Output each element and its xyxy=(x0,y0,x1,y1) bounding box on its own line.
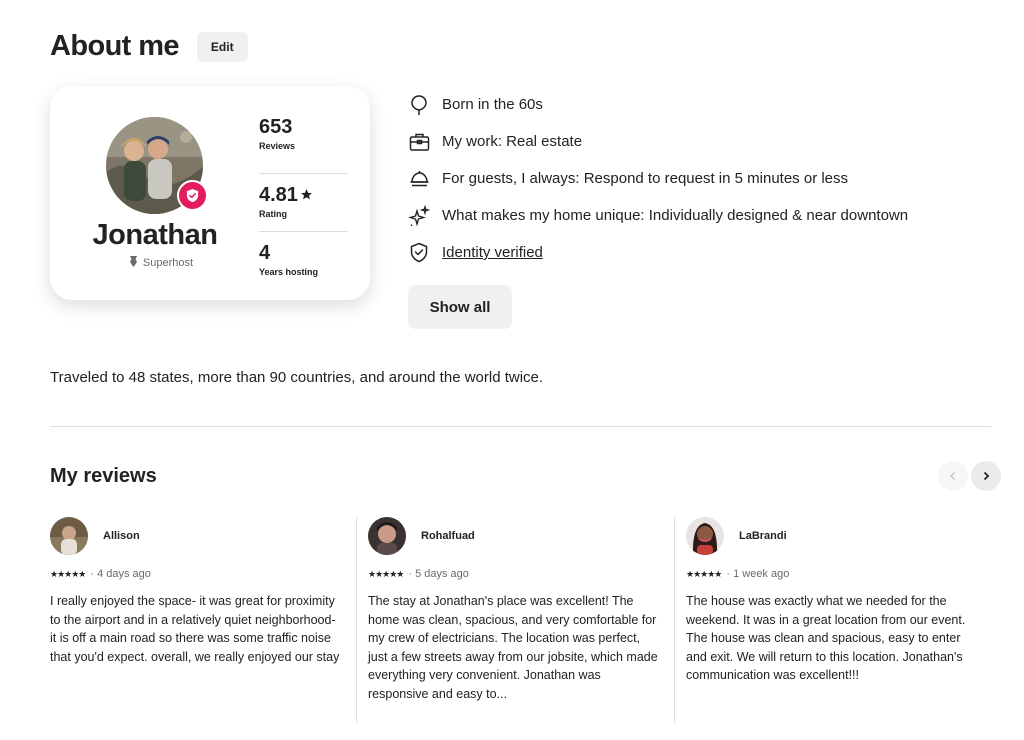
review-card[interactable]: Allison ★★★★★ · 4 days ago I really enjo… xyxy=(50,517,350,666)
stat-value: 653 xyxy=(259,116,293,138)
reviewer-avatar[interactable] xyxy=(686,517,724,555)
review-time: · 5 days ago xyxy=(408,568,469,580)
fact-text: My work: Real estate xyxy=(442,133,583,150)
reviewer-avatar[interactable] xyxy=(368,517,406,555)
stat-label: Reviews xyxy=(259,141,296,151)
stat-label: Years hosting xyxy=(259,267,319,277)
chevron-right-icon xyxy=(983,471,990,481)
fact-born: Born in the 60s xyxy=(408,86,908,123)
host-stats: 653 Reviews 4.81 Rating 4 Years hosting xyxy=(259,116,348,290)
review-meta: ★★★★★ · 1 week ago xyxy=(686,568,992,580)
reviewer-avatar[interactable] xyxy=(50,517,88,555)
review-text: The stay at Jonathan's place was excelle… xyxy=(368,594,658,701)
show-all-button[interactable]: Show all xyxy=(408,285,512,329)
superhost-text: Superhost xyxy=(142,257,194,269)
review-meta: ★★★★★ · 4 days ago xyxy=(50,568,350,580)
fact-text: For guests, I always: Respond to request… xyxy=(442,170,849,187)
review-meta: ★★★★★ · 5 days ago xyxy=(368,568,674,580)
star-icon xyxy=(300,184,313,207)
stat-years: 4 Years hosting xyxy=(259,232,348,290)
superhost-icon xyxy=(129,256,138,270)
host-name: Jonathan xyxy=(92,219,218,251)
fact-unique: What makes my home unique: Individually … xyxy=(408,197,908,234)
reviewer-name[interactable]: Rohalfuad xyxy=(421,530,475,542)
reviews-title: My reviews xyxy=(50,465,157,487)
review-text: I really enjoyed the space- it was great… xyxy=(50,594,340,664)
review-time: · 1 week ago xyxy=(726,568,790,580)
title-row: About me Edit xyxy=(50,30,248,63)
identity-verified-link[interactable]: Identity verified xyxy=(442,244,543,261)
star-rating: ★★★★★ xyxy=(686,568,722,579)
fact-text: Born in the 60s xyxy=(442,96,543,113)
star-rating: ★★★★★ xyxy=(368,568,404,579)
page-title: About me xyxy=(50,30,180,62)
star-rating: ★★★★★ xyxy=(50,568,86,579)
reviews-prev-button[interactable] xyxy=(938,461,968,491)
review-text: The house was exactly what we needed for… xyxy=(686,594,966,683)
fact-work: My work: Real estate xyxy=(408,123,908,160)
stat-value: 4 xyxy=(259,242,271,264)
host-bio: Traveled to 48 states, more than 90 coun… xyxy=(50,369,544,386)
sparkles-icon xyxy=(408,204,430,227)
shield-check-icon xyxy=(408,242,430,264)
stat-label: Rating xyxy=(259,209,287,219)
briefcase-icon xyxy=(408,131,430,153)
reviewer-name[interactable]: LaBrandi xyxy=(739,530,787,542)
balloon-icon xyxy=(408,94,430,116)
reviews-next-button[interactable] xyxy=(971,461,1001,491)
profile-card[interactable]: Jonathan Superhost 653 Reviews 4.81 Rati… xyxy=(50,86,370,300)
fact-text: What makes my home unique: Individually … xyxy=(442,207,909,224)
review-card[interactable]: Rohalfuad ★★★★★ · 5 days ago The stay at… xyxy=(356,517,674,723)
review-time: · 4 days ago xyxy=(90,568,151,580)
stat-reviews: 653 Reviews xyxy=(259,116,348,174)
chevron-left-icon xyxy=(949,471,956,481)
verified-badge-icon xyxy=(177,180,208,211)
host-avatar-wrap xyxy=(106,117,208,214)
review-time-text: 4 days ago xyxy=(97,568,151,580)
service-bell-icon xyxy=(408,168,430,190)
superhost-label: Superhost xyxy=(50,256,272,270)
reviewer-name[interactable]: Allison xyxy=(103,530,140,542)
review-time-text: 5 days ago xyxy=(415,568,469,580)
divider xyxy=(50,426,991,427)
host-facts: Born in the 60s My work: Real estate For… xyxy=(408,86,908,271)
review-card[interactable]: LaBrandi ★★★★★ · 1 week ago The house wa… xyxy=(674,517,992,723)
review-time-text: 1 week ago xyxy=(733,568,790,580)
stat-value: 4.81 xyxy=(259,184,298,206)
fact-guests: For guests, I always: Respond to request… xyxy=(408,160,908,197)
stat-rating: 4.81 Rating xyxy=(259,174,348,232)
edit-button[interactable]: Edit xyxy=(196,31,248,62)
fact-identity: Identity verified xyxy=(408,234,908,271)
